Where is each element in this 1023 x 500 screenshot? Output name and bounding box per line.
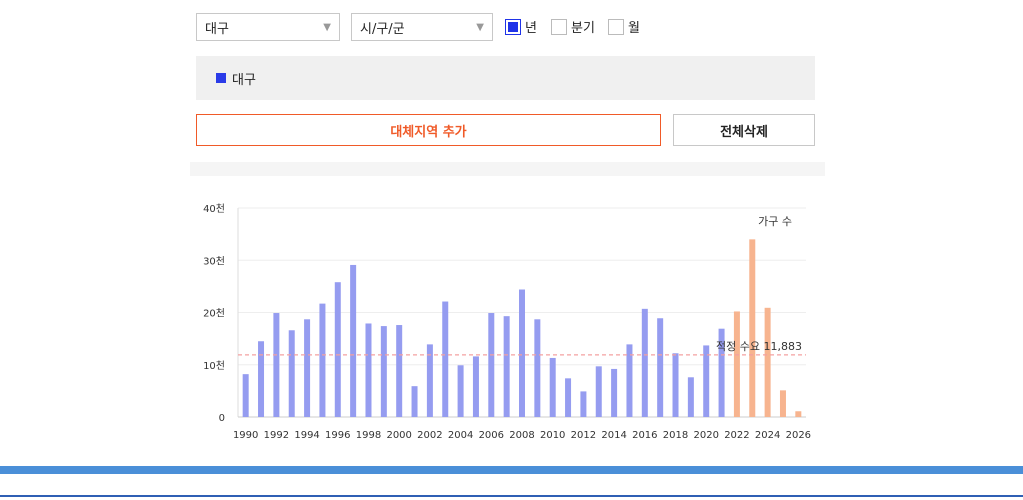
x-tick-label: 2020 (693, 430, 718, 441)
bar-1992 (273, 313, 280, 417)
x-tick-label: 1992 (264, 430, 289, 441)
bar-2006 (488, 313, 495, 417)
x-tick-label: 2016 (632, 430, 657, 441)
bar-2025 (779, 390, 786, 417)
bar-2003 (442, 301, 449, 417)
bar-2007 (503, 316, 510, 417)
chevron-down-icon: ▼ (323, 21, 331, 33)
x-tick-label: 2008 (509, 430, 534, 441)
add-region-button[interactable]: 대체지역 추가 (196, 114, 661, 146)
period-month-checkbox[interactable]: 월 (608, 17, 640, 36)
bar-2000 (396, 325, 403, 417)
bar-2019 (687, 377, 694, 417)
chart-annotation: 가구 수 (758, 215, 792, 228)
x-tick-label: 1990 (233, 430, 258, 441)
x-tick-label: 2014 (601, 430, 626, 441)
period-year-checkbox[interactable]: 년 (505, 17, 537, 36)
bar-2016 (641, 308, 648, 417)
x-tick-label: 1996 (325, 430, 350, 441)
x-tick-label: 2002 (417, 430, 442, 441)
y-tick-label: 20천 (203, 308, 225, 320)
x-tick-label: 2012 (571, 430, 596, 441)
y-tick-label: 0 (219, 413, 225, 424)
y-tick-label: 40천 (203, 203, 225, 215)
reference-line-label: 적정 수요 11,883 (716, 340, 802, 353)
x-tick-label: 2006 (479, 430, 504, 441)
bar-2014 (611, 368, 618, 417)
bar-2011 (565, 378, 572, 417)
x-tick-label: 1994 (294, 430, 319, 441)
legend-item-label: 대구 (232, 72, 256, 88)
bar-2026 (795, 411, 802, 417)
bar-2022 (733, 311, 740, 417)
section-divider (190, 162, 825, 176)
bar-1993 (288, 330, 295, 417)
bar-1998 (365, 323, 372, 417)
bar-1991 (258, 341, 265, 417)
footer-band (0, 466, 1023, 474)
bar-1999 (380, 326, 387, 417)
x-tick-label: 1998 (356, 430, 381, 441)
bar-1997 (350, 264, 357, 417)
legend-panel: 대구 (196, 56, 815, 100)
bar-2001 (411, 386, 418, 417)
bar-2008 (519, 289, 525, 417)
region-select[interactable]: 대구 ▼ (196, 13, 340, 41)
bar-1995 (319, 303, 326, 417)
bar-2023 (749, 239, 756, 417)
bar-2005 (472, 356, 479, 417)
x-tick-label: 2022 (724, 430, 749, 441)
bar-1990 (242, 374, 249, 417)
x-tick-label: 2010 (540, 430, 565, 441)
bar-2009 (534, 319, 541, 417)
checkbox-checked-icon (505, 18, 521, 35)
bar-2004 (457, 365, 464, 417)
district-select[interactable]: 시/구/군 ▼ (351, 13, 493, 41)
bar-1996 (334, 282, 341, 417)
footer-line (0, 495, 1023, 497)
period-month-label: 월 (628, 21, 640, 36)
district-select-value: 시/구/군 (360, 21, 405, 37)
bar-2024 (764, 307, 771, 417)
y-tick-label: 30천 (203, 255, 225, 267)
x-tick-label: 2004 (448, 430, 473, 441)
period-quarter-checkbox[interactable]: 분기 (551, 17, 595, 36)
x-tick-label: 2026 (786, 430, 811, 441)
region-select-value: 대구 (205, 21, 229, 37)
bar-2018 (672, 353, 679, 417)
bar-2010 (549, 357, 556, 417)
bar-2013 (595, 366, 602, 417)
x-tick-label: 2000 (386, 430, 411, 441)
y-tick-label: 10천 (203, 360, 225, 372)
chevron-down-icon: ▼ (476, 21, 484, 33)
x-tick-label: 2018 (663, 430, 688, 441)
legend-swatch (216, 73, 226, 83)
bar-2020 (703, 345, 710, 417)
delete-all-button[interactable]: 전체삭제 (673, 114, 815, 146)
bar-2017 (657, 318, 664, 417)
bar-2012 (580, 391, 587, 417)
x-tick-label: 2024 (755, 430, 780, 441)
period-year-label: 년 (525, 21, 537, 36)
checkbox-unchecked-icon (608, 18, 624, 35)
period-quarter-label: 분기 (571, 21, 595, 36)
household-bar-chart: 0 10천 20천 30천 40천 1990 1992 1994 1996 1998 2000 200… (203, 203, 811, 441)
checkbox-unchecked-icon (551, 18, 567, 35)
bar-1994 (304, 319, 311, 417)
